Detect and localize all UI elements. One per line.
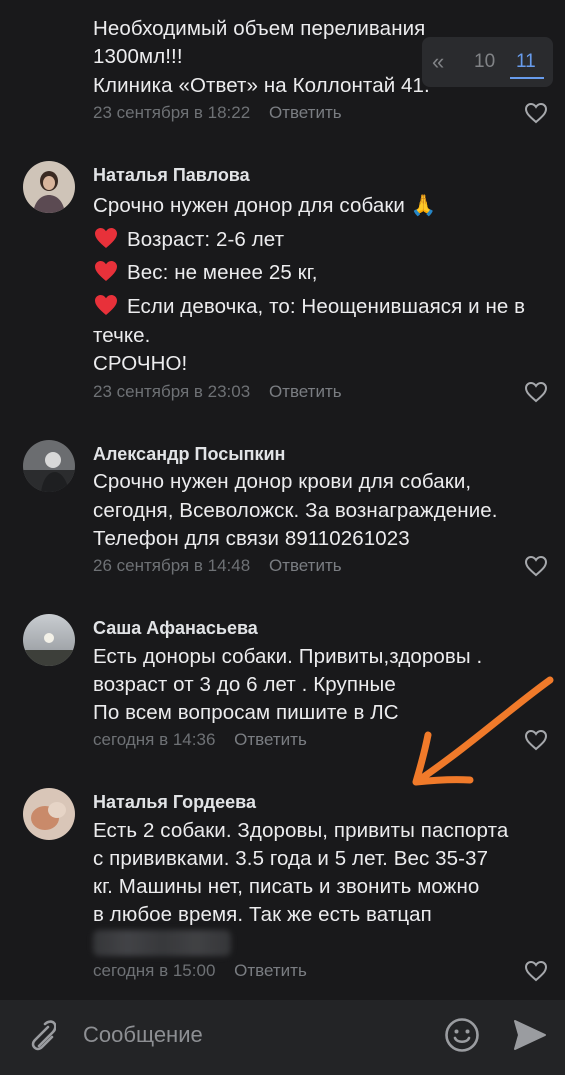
reply-button[interactable]: Ответить [269,382,342,401]
comment-text-line: Клиника «Ответ» на Коллонтай 41. [93,74,430,97]
avatar[interactable] [23,161,75,213]
comment-text-line: Если девочка, то: Неощенившаяся и не в [93,294,525,319]
heart-outline-icon[interactable] [524,555,548,577]
comment-text-line: Возраст: 2-6 лет [93,227,284,252]
reply-button[interactable]: Ответить [269,103,342,122]
pagination-prev-button[interactable]: « [432,49,444,75]
heart-outline-icon[interactable] [524,102,548,124]
comment-text-line: Необходимый объем переливания [93,17,426,40]
comment-text-line: Вес: не менее 25 кг, [93,260,318,285]
avatar[interactable] [23,614,75,666]
comment-text-line: Срочно нужен донор для собаки 🙏 [93,194,437,217]
smile-icon[interactable] [444,1017,480,1053]
comment-meta: сегодня в 14:36 Ответить [93,730,307,750]
comment-text-line: с прививками. 3.5 года и 5 лет. Вес 35-3… [93,847,489,870]
author-name[interactable]: Саша Афанасьева [93,618,258,639]
comment-time: 23 сентября в 23:03 [93,382,251,401]
send-arrow-icon[interactable] [512,1018,548,1052]
reply-button[interactable]: Ответить [269,556,342,575]
comment-text-line: кг. Машины нет, писать и звонить можно [93,875,480,898]
heart-outline-icon[interactable] [524,960,548,982]
comment-text-line: По всем вопросам пишите в ЛС [93,701,399,724]
comment-text-line: Есть 2 собаки. Здоровы, привиты паспорта [93,819,509,842]
heart-outline-icon[interactable] [524,381,548,403]
red-heart-icon [95,295,117,315]
annotation-arrow-icon [412,676,554,786]
reply-button[interactable]: Ответить [234,961,307,980]
comment-text-line: течке. [93,324,151,347]
comment-time: сегодня в 15:00 [93,961,216,980]
comment-time: сегодня в 14:36 [93,730,216,749]
comment-text-line: СРОЧНО! [93,352,188,375]
pagination-page-11[interactable]: 11 [516,51,536,73]
red-heart-icon [95,228,117,248]
comment-text-line: 1300мл!!! [93,45,183,68]
avatar[interactable] [23,788,75,840]
comment-time: 26 сентября в 14:48 [93,556,251,575]
author-name[interactable]: Александр Посыпкин [93,444,285,465]
comment-meta: 26 сентября в 14:48 Ответить [93,556,342,576]
blurred-phone-number [93,930,231,956]
pagination: « 10 11 [422,37,553,87]
comment-text-line: сегодня, Всеволожск. За вознаграждение. [93,499,498,522]
message-composer: Сообщение [0,1000,565,1075]
comment-text-line: Срочно нужен донор крови для собаки, [93,470,472,493]
comment-time: 23 сентября в 18:22 [93,103,251,122]
comment-text-line: Телефон для связи 89110261023 [93,527,410,550]
author-name[interactable]: Наталья Гордеева [93,792,256,813]
paperclip-icon[interactable] [24,1018,56,1054]
pagination-active-indicator [510,77,544,79]
avatar[interactable] [23,440,75,492]
comment-meta: 23 сентября в 18:22 Ответить [93,103,342,123]
red-heart-icon [95,261,117,281]
author-name[interactable]: Наталья Павлова [93,165,250,186]
reply-button[interactable]: Ответить [234,730,307,749]
comment-text-line: возраст от 3 до 6 лет . Крупные [93,673,396,696]
comment-text-line: в любое время. Так же есть ватцап [93,903,432,926]
message-input[interactable]: Сообщение [83,1022,203,1048]
comment-meta: сегодня в 15:00 Ответить [93,961,307,981]
comment-meta: 23 сентября в 23:03 Ответить [93,382,342,402]
pagination-page-10[interactable]: 10 [474,51,495,73]
